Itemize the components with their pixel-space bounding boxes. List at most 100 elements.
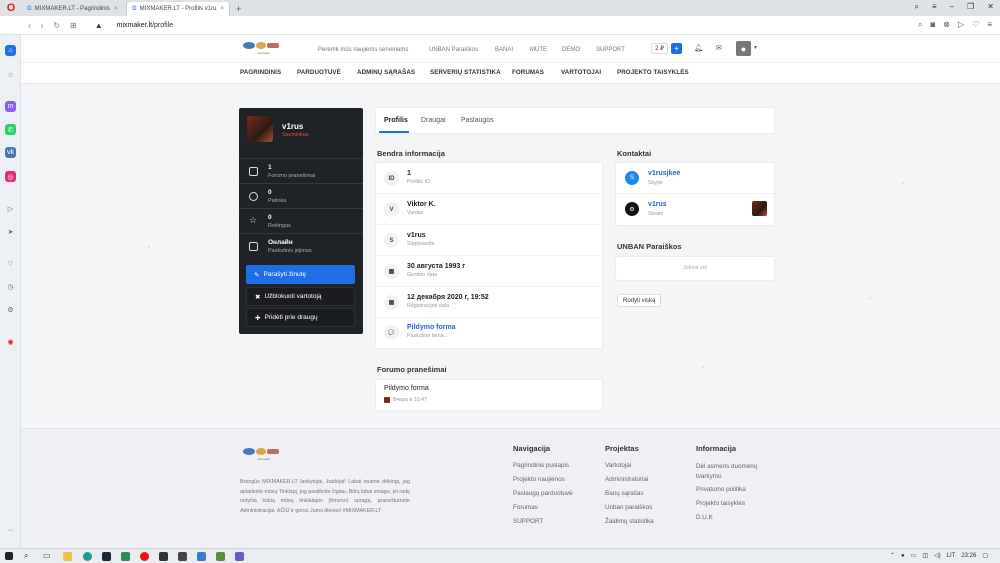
instagram-icon[interactable]: ◎ <box>5 171 16 182</box>
steam-icon[interactable] <box>102 552 111 561</box>
app-icon[interactable] <box>159 552 168 561</box>
footer-link[interactable]: Unban paraiškos <box>605 504 652 511</box>
chevron-down-icon[interactable]: ▼ <box>753 45 758 51</box>
player-icon[interactable]: ▷ <box>5 203 16 214</box>
nav-item-rules[interactable]: PROJEKTO TAISYKLĖS <box>617 69 689 76</box>
reload-icon[interactable]: ↻ <box>53 21 60 30</box>
tab-menu-icon[interactable]: ≡ <box>932 2 937 12</box>
clock[interactable]: 23:26 <box>961 553 976 559</box>
top-link-servers[interactable]: Peremk mūs naujiems serveriams <box>318 47 408 53</box>
app-icon[interactable] <box>178 552 187 561</box>
app-icon[interactable] <box>121 552 130 561</box>
last-topic-link[interactable]: Pildymo forma <box>407 324 456 331</box>
restore-icon[interactable]: ❐ <box>967 2 974 12</box>
footer-link[interactable]: Dėl asmens duomenų tvarkymo <box>696 462 778 482</box>
search-icon[interactable]: ⌕ <box>918 20 922 30</box>
more-icon[interactable]: ··· <box>5 525 16 536</box>
footer-logo[interactable]: mixmaker <box>243 448 279 461</box>
footer-link[interactable]: Privatumo politika <box>696 486 746 493</box>
bookmark-icon[interactable]: ☆ <box>5 69 16 80</box>
search-icon[interactable]: ⌕ <box>24 551 28 561</box>
send-icon[interactable]: ➤ <box>5 226 16 237</box>
site-logo[interactable]: mixmaker <box>243 42 279 55</box>
browser-tab-home[interactable]: G MIXMAKER.LT - Pagrindinis × <box>22 2 127 16</box>
forum-post-card[interactable]: Pildymo forma Вчера в 10:47 <box>376 380 602 410</box>
add-friend-button[interactable]: ✚ Pridėti prie draugų <box>246 308 355 327</box>
windows-start-icon[interactable] <box>5 552 13 560</box>
block-user-button[interactable]: ✖ Užblokuoti vartotoją <box>246 287 355 306</box>
browser-tab-profile[interactable]: G MIXMAKER.LT - Profilis v1ru × <box>127 2 230 16</box>
footer-link[interactable]: Projekto taisyklės <box>696 500 745 507</box>
history-icon[interactable]: ◷ <box>5 281 16 292</box>
top-link-unban[interactable]: UNBAN Paraiškos <box>429 47 478 53</box>
add-balance-button[interactable]: + <box>671 43 682 54</box>
volume-icon[interactable]: ◁) <box>934 552 941 559</box>
location-icon[interactable]: ◉ <box>5 336 16 347</box>
opera-logo-icon[interactable]: O <box>0 0 22 16</box>
whatsapp-icon[interactable]: ✆ <box>5 124 16 135</box>
write-message-button[interactable]: ✎ Parašyti žinutę <box>246 265 355 284</box>
menu-icon[interactable]: ≡ <box>987 20 992 30</box>
vpn-icon[interactable]: ⊗ <box>943 20 950 30</box>
heart-icon[interactable]: ♡ <box>5 258 16 269</box>
nav-item-shop[interactable]: PARDUOTUVĖ <box>297 69 341 76</box>
tab-close-icon[interactable]: × <box>114 6 118 12</box>
battery-icon[interactable]: ▭ <box>911 552 917 559</box>
tab-services[interactable]: Paslaugos <box>461 117 494 124</box>
camera-icon[interactable]: ◙ <box>930 20 935 30</box>
footer-link[interactable]: Vartotojai <box>605 462 631 469</box>
task-view-icon[interactable]: ▭ <box>43 551 51 560</box>
contact-value[interactable]: v1rus <box>648 201 667 208</box>
minimize-icon[interactable]: – <box>950 2 954 12</box>
footer-link[interactable]: Pagrindinis puslapis <box>513 462 569 469</box>
app-icon[interactable] <box>216 552 225 561</box>
new-tab-button[interactable]: + <box>230 2 247 16</box>
search-icon[interactable]: ⌕ <box>915 2 919 12</box>
tab-friends[interactable]: Draugai <box>421 117 446 124</box>
extensions-icon[interactable]: ▷ <box>958 20 964 30</box>
vk-icon[interactable]: vk <box>5 147 16 158</box>
network-icon[interactable]: ◫ <box>922 552 928 559</box>
contact-value[interactable]: v1rusjkee <box>648 170 680 177</box>
home-icon[interactable]: ⌂ <box>5 45 16 56</box>
footer-link[interactable]: Projekto naujienos <box>513 476 565 483</box>
footer-link[interactable]: Administratoriai <box>605 476 648 483</box>
footer-link[interactable]: D.U.K <box>696 514 713 521</box>
chevron-up-icon[interactable]: ⌃ <box>890 552 895 559</box>
speed-dial-icon[interactable]: ⊞ <box>70 21 77 30</box>
footer-link[interactable]: Forumas <box>513 504 538 511</box>
tab-close-icon[interactable]: × <box>220 6 224 12</box>
tab-profile[interactable]: Profilis <box>384 117 408 124</box>
forward-icon[interactable]: › <box>41 21 44 30</box>
top-link-demo[interactable]: DEMO <box>562 47 580 53</box>
heart-icon[interactable]: ♡ <box>972 20 979 30</box>
top-link-support[interactable]: SUPPORT <box>596 47 625 53</box>
nav-item-home[interactable]: PAGRINDINIS <box>240 69 281 76</box>
nav-item-users[interactable]: VARTOTOJAI <box>561 69 601 76</box>
notifications-icon[interactable]: ▢ <box>982 552 988 559</box>
bell-icon[interactable]: 🔔︎ <box>694 44 703 52</box>
app-icon[interactable] <box>235 552 244 561</box>
footer-link[interactable]: Banų sąrašas <box>605 490 644 497</box>
nav-item-forum[interactable]: FORUMAS <box>512 69 544 76</box>
settings-icon[interactable]: ⚙ <box>5 304 16 315</box>
nav-item-server-stats[interactable]: SERVERIŲ STATISTIKA <box>430 69 501 76</box>
forum-post-title[interactable]: Pildymo forma <box>384 385 429 392</box>
top-link-mute[interactable]: MUTE <box>530 47 547 53</box>
footer-link[interactable]: Žaidimų statistika <box>605 518 654 525</box>
contact-steam[interactable]: ⚙ v1rus Steam <box>616 194 774 225</box>
contact-skype[interactable]: S v1rusjkee Skype <box>616 163 774 194</box>
nav-item-admins[interactable]: ADMINŲ SĄRAŠAS <box>357 69 415 76</box>
close-window-icon[interactable]: ✕ <box>987 2 994 12</box>
app-icon[interactable] <box>197 552 206 561</box>
opera-icon[interactable] <box>140 552 149 561</box>
mail-icon[interactable]: ✉ <box>716 44 722 52</box>
back-icon[interactable]: ‹ <box>28 21 31 30</box>
url-field[interactable]: mixmaker.lt/profile <box>117 22 173 29</box>
messenger-icon[interactable]: m <box>5 101 16 112</box>
top-link-bans[interactable]: BANAI <box>495 47 513 53</box>
edge-icon[interactable] <box>83 552 92 561</box>
file-explorer-icon[interactable] <box>63 552 72 561</box>
show-all-button[interactable]: Rodyti viską <box>617 294 662 307</box>
warning-icon[interactable]: ▲ <box>95 21 103 30</box>
